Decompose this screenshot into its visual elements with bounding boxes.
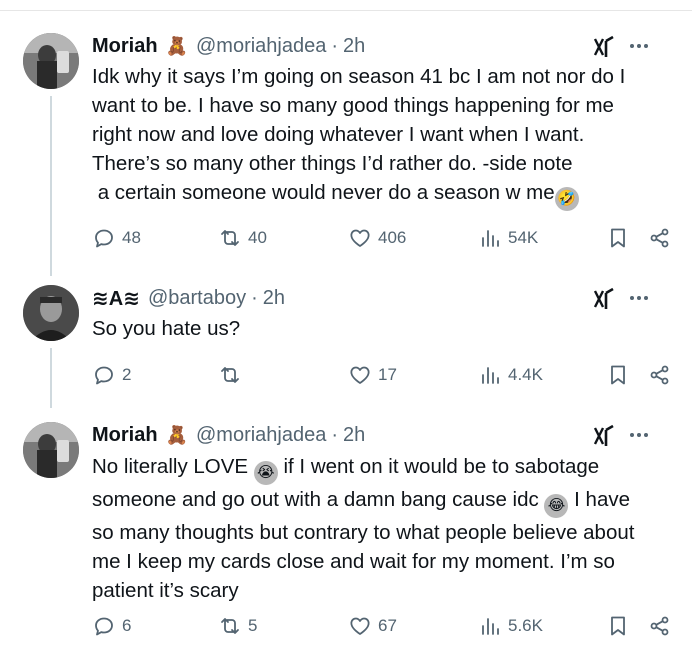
tweet-header: Moriah 🧸 @moriahjadea · 2h bbox=[92, 422, 672, 448]
views-count: 5.6K bbox=[508, 616, 543, 635]
tweet-text-line: right now and love doing whatever I want… bbox=[92, 123, 585, 146]
tweet-text: No literally LOVE 😭 if I went on it woul… bbox=[92, 452, 667, 605]
grok-icon[interactable] bbox=[592, 424, 616, 448]
tweet-text: So you hate us? bbox=[92, 314, 667, 343]
repost-count: 5 bbox=[248, 616, 258, 635]
tweet-text-line: so many thoughts but contrary to what pe… bbox=[92, 521, 635, 544]
share-icon bbox=[650, 616, 669, 636]
rofl-emoji: 🤣 bbox=[554, 187, 579, 211]
tweet-text-line: There’s so many other things I’d rather … bbox=[92, 152, 573, 175]
tweet-header: ≋A≋ @bartaboy · 2h bbox=[92, 285, 672, 311]
reply-count: 48 bbox=[122, 228, 141, 247]
like-icon bbox=[350, 617, 370, 635]
timestamp[interactable]: 2h bbox=[343, 35, 365, 58]
repost-icon bbox=[221, 367, 239, 383]
display-name[interactable]: Moriah bbox=[92, 35, 158, 58]
thread-line-1 bbox=[50, 96, 52, 276]
share-icon bbox=[650, 365, 669, 385]
thread-line-2 bbox=[50, 348, 52, 408]
bookmark-button[interactable] bbox=[606, 613, 630, 639]
repost-icon bbox=[221, 230, 239, 246]
views-icon bbox=[482, 367, 499, 384]
handle[interactable]: @moriahjadea bbox=[196, 424, 326, 447]
tweet-text-fragment: someone and go out with a damn bang caus… bbox=[92, 488, 545, 511]
action-bar: 6 5 67 5.6K bbox=[92, 613, 672, 639]
bookmark-button[interactable] bbox=[606, 362, 630, 388]
repost-button[interactable]: 5 bbox=[218, 613, 257, 639]
views-button[interactable]: 4.4K bbox=[478, 362, 543, 388]
reply-button[interactable]: 48 bbox=[92, 225, 141, 251]
repost-button[interactable] bbox=[218, 362, 248, 388]
tweet-text-line: patient it’s scary bbox=[92, 579, 239, 602]
tweet-text: Idk why it says I’m going on season 41 b… bbox=[92, 62, 667, 211]
tweet-text-line: So you hate us? bbox=[92, 317, 241, 340]
views-icon bbox=[482, 618, 499, 635]
tweet-text-line: want to be. I have so many good things h… bbox=[92, 94, 614, 117]
tweet-text-fragment: I have bbox=[568, 488, 630, 511]
tweet-text-line: a certain someone would never do a seaso… bbox=[92, 181, 555, 204]
separator-dot: · bbox=[331, 423, 339, 446]
tweet-text-fragment: if I went on it would be to sabotage bbox=[277, 455, 600, 478]
views-icon bbox=[482, 230, 499, 247]
like-button[interactable]: 17 bbox=[348, 362, 397, 388]
more-icon[interactable] bbox=[626, 285, 652, 311]
handle[interactable]: @moriahjadea bbox=[196, 35, 326, 58]
bookmark-icon bbox=[611, 365, 625, 385]
repost-count: 40 bbox=[248, 228, 267, 247]
grok-icon[interactable] bbox=[592, 35, 616, 59]
separator-dot: · bbox=[251, 286, 258, 309]
top-divider bbox=[0, 10, 692, 11]
reply-icon bbox=[95, 366, 113, 385]
reply-icon bbox=[95, 617, 113, 636]
like-button[interactable]: 67 bbox=[348, 613, 397, 639]
like-count: 406 bbox=[378, 228, 407, 247]
views-count: 4.4K bbox=[508, 365, 543, 384]
teddy-bear-icon: 🧸 bbox=[165, 36, 188, 56]
reply-button[interactable]: 2 bbox=[92, 362, 131, 388]
reply-icon bbox=[95, 229, 113, 248]
share-button[interactable] bbox=[648, 225, 672, 251]
reply-button[interactable]: 6 bbox=[92, 613, 131, 639]
repost-button[interactable]: 40 bbox=[218, 225, 267, 251]
reply-count: 2 bbox=[122, 365, 132, 384]
like-icon bbox=[350, 229, 370, 247]
avatar[interactable] bbox=[23, 422, 79, 478]
separator-dot: · bbox=[331, 34, 339, 57]
like-button[interactable]: 406 bbox=[348, 225, 406, 251]
tweet-text-line: me I keep my cards close and wait for my… bbox=[92, 550, 615, 573]
handle[interactable]: @bartaboy bbox=[148, 287, 246, 310]
timestamp[interactable]: 2h bbox=[263, 287, 285, 310]
tweet-header: Moriah 🧸 @moriahjadea · 2h bbox=[92, 33, 672, 59]
action-bar: 48 40 406 54K bbox=[92, 225, 672, 251]
tweet-text-line: Idk why it says I’m going on season 41 b… bbox=[92, 65, 626, 88]
avatar[interactable] bbox=[23, 33, 79, 89]
share-button[interactable] bbox=[648, 613, 672, 639]
like-icon bbox=[350, 366, 370, 384]
teddy-bear-icon: 🧸 bbox=[165, 425, 188, 445]
share-icon bbox=[650, 228, 669, 248]
bookmark-icon bbox=[611, 228, 625, 248]
views-count: 54K bbox=[508, 228, 539, 247]
bookmark-button[interactable] bbox=[606, 225, 630, 251]
display-name[interactable]: ≋A≋ bbox=[92, 286, 140, 311]
views-button[interactable]: 5.6K bbox=[478, 613, 543, 639]
laughing-emoji: 😂 bbox=[544, 494, 569, 518]
grok-icon[interactable] bbox=[592, 287, 616, 311]
action-bar: 2 17 4.4K bbox=[92, 362, 672, 388]
reply-count: 6 bbox=[122, 616, 132, 635]
like-count: 67 bbox=[378, 616, 397, 635]
display-name[interactable]: Moriah bbox=[92, 424, 158, 447]
timestamp[interactable]: 2h bbox=[343, 424, 365, 447]
like-count: 17 bbox=[378, 365, 397, 384]
more-icon[interactable] bbox=[626, 33, 652, 59]
avatar[interactable] bbox=[23, 285, 79, 341]
bookmark-icon bbox=[611, 616, 625, 636]
repost-icon bbox=[221, 618, 239, 634]
crying-emoji: 😭 bbox=[253, 461, 278, 485]
more-icon[interactable] bbox=[626, 422, 652, 448]
tweet-text-fragment: No literally LOVE bbox=[92, 455, 254, 478]
share-button[interactable] bbox=[648, 362, 672, 388]
views-button[interactable]: 54K bbox=[478, 225, 538, 251]
